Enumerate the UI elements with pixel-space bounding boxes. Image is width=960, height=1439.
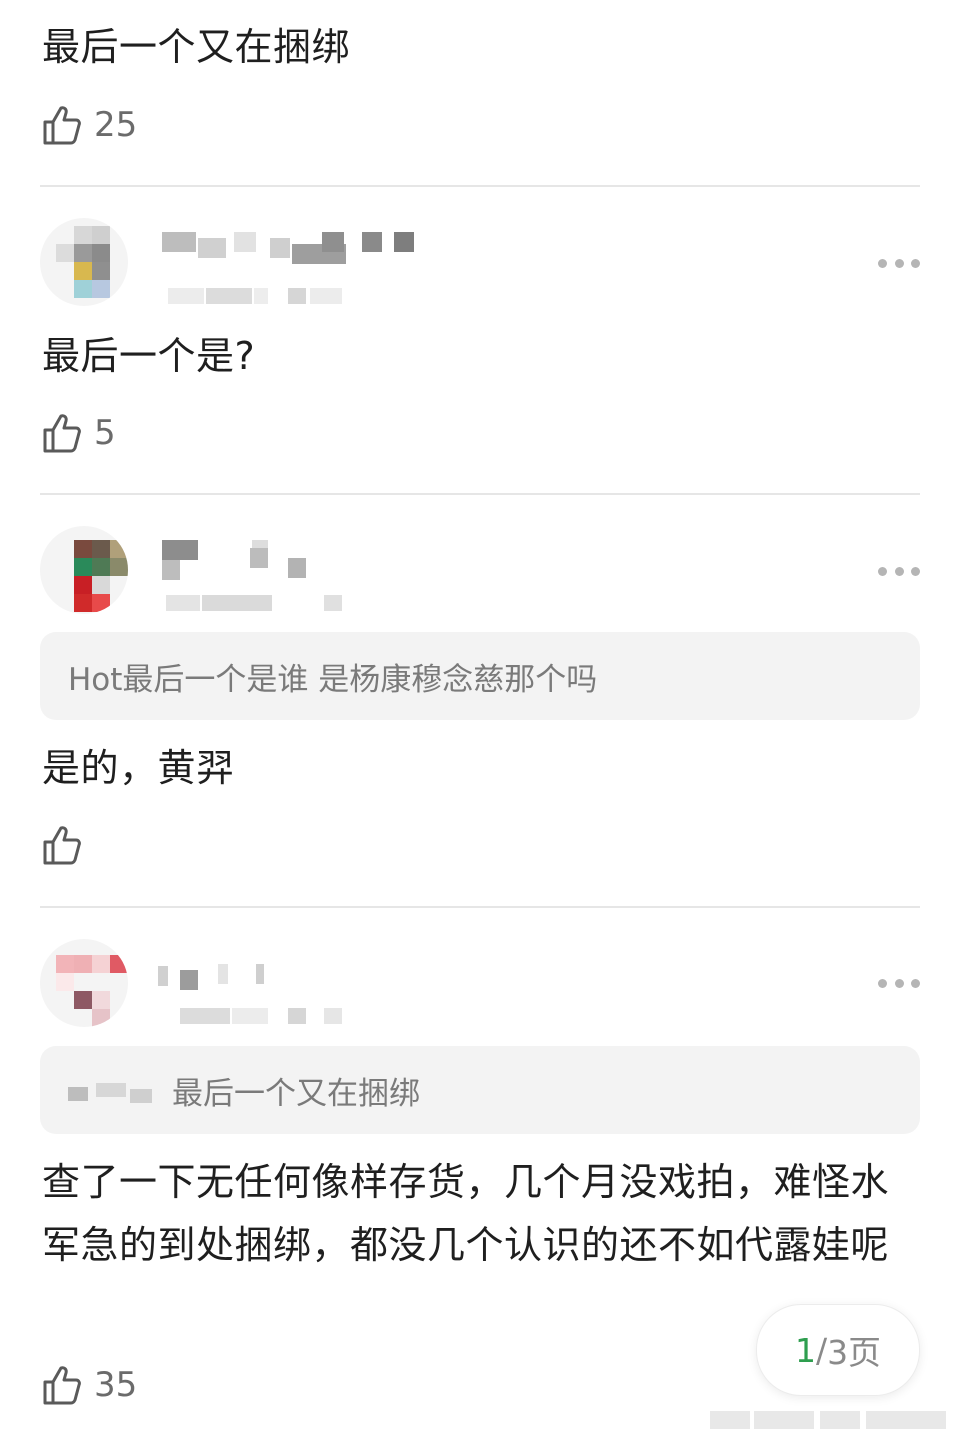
like-count: 5	[94, 413, 116, 453]
avatar[interactable]	[40, 939, 128, 1027]
page-indicator[interactable]: 1 / 3页	[756, 1304, 920, 1396]
like-button[interactable]: 35	[42, 1363, 137, 1407]
like-count: 35	[94, 1365, 138, 1405]
more-button[interactable]	[878, 253, 920, 273]
more-button[interactable]	[878, 973, 920, 993]
quoted-reply-text: Hot最后一个是谁 是杨康穆念慈那个吗	[68, 661, 598, 698]
comment-meta-masked	[158, 1008, 348, 1026]
page-separator: /	[815, 1330, 828, 1370]
quoted-username-masked	[68, 1077, 168, 1103]
divider	[40, 906, 920, 908]
more-button[interactable]	[878, 561, 920, 581]
thumbs-up-icon	[43, 1366, 81, 1405]
more-dots-icon	[878, 258, 887, 268]
comment-text: 查了一下无任何像样存货，几个月没戏拍，难怪水军急的到处捆绑，都没几个认识的还不如…	[42, 1160, 890, 1267]
like-count: 25	[94, 105, 138, 145]
total-pages: 3页	[827, 1333, 882, 1372]
more-dots-icon	[878, 978, 887, 988]
thumbs-up-icon	[43, 414, 81, 453]
more-dots-icon	[878, 566, 887, 576]
username-masked[interactable]	[158, 962, 418, 996]
quoted-reply[interactable]: Hot最后一个是谁 是杨康穆念慈那个吗	[40, 632, 920, 720]
like-button[interactable]: 5	[42, 411, 116, 455]
avatar[interactable]	[40, 526, 128, 614]
divider	[40, 185, 920, 187]
watermark-masked	[710, 1411, 950, 1431]
divider	[40, 493, 920, 495]
comment-text: 最后一个又在捆绑	[42, 25, 351, 69]
quoted-reply-text: 最后一个又在捆绑	[172, 1075, 420, 1112]
username-masked[interactable]	[158, 230, 418, 264]
username-masked[interactable]	[158, 540, 418, 580]
current-page: 1	[794, 1330, 816, 1370]
comment-text: 是的，黄羿	[42, 746, 235, 790]
thumbs-up-icon	[43, 826, 81, 865]
quoted-reply[interactable]: 最后一个又在捆绑	[40, 1046, 920, 1134]
comment-text: 最后一个是?	[42, 334, 256, 378]
like-button[interactable]	[42, 823, 94, 867]
comment-meta-masked	[158, 288, 348, 306]
thumbs-up-icon	[43, 106, 81, 145]
comment-meta-masked	[158, 595, 348, 613]
like-button[interactable]: 25	[42, 103, 137, 147]
avatar[interactable]	[40, 218, 128, 306]
